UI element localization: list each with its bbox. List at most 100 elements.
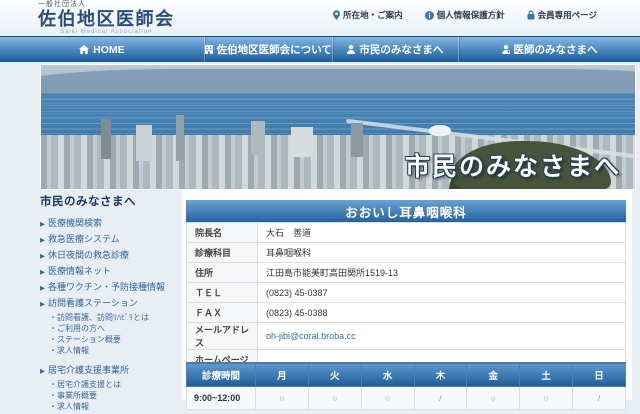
utility-link-label: 会員専用ページ xyxy=(538,9,597,21)
corporate-type: 一般社団法人 xyxy=(38,1,175,9)
lock-icon xyxy=(527,10,535,20)
sidebar-item-label: 居宅介護支援事業所 xyxy=(48,363,129,378)
hours-header-cell: 金 xyxy=(467,363,520,387)
sidebar-heading: 市民のみなさまへ xyxy=(40,193,182,209)
sidebar-item-label: 医療機関検索 xyxy=(48,216,102,231)
hours-header-row: 診療時間 月 火 水 木 金 土 日 xyxy=(187,363,626,387)
nav-item-label: 医師のみなさまへ xyxy=(514,42,598,57)
hero-image: 市民のみなさまへ xyxy=(40,64,636,190)
arrow-right-icon: ▶ xyxy=(40,281,45,296)
sidebar-subitem[interactable]: ・事業所概要 xyxy=(49,390,182,401)
table-row: 住所 江田島市能美町高田関所1519-13 xyxy=(187,263,626,283)
director-name: 大石 善道 xyxy=(258,223,626,243)
field-label: 住所 xyxy=(187,263,258,283)
field-label: ＴＥＬ xyxy=(187,283,258,303)
clinic-detail: おおいし耳鼻咽喉科 院長名 大石 善道 診療科目 耳鼻咽喉科 住所 江田島市能美… xyxy=(186,200,626,370)
hours-mark: / xyxy=(573,387,626,410)
arrow-right-icon: ▶ xyxy=(40,217,45,232)
top-header: 一般社団法人 佐伯地区医師会 Saiki Medical Association… xyxy=(0,0,640,36)
field-label: ＦＡＸ xyxy=(187,303,258,323)
sidebar-item-label: 休日夜間の救急診療 xyxy=(48,248,129,263)
sidebar-item-medical-info-net[interactable]: ▶ 医療情報ネット xyxy=(40,264,182,280)
sidebar-subitem[interactable]: ・居宅介護支援とは xyxy=(49,379,182,390)
hero-building xyxy=(176,115,184,161)
address: 江田島市能美町高田関所1519-13 xyxy=(258,263,626,283)
field-label: 診療科目 xyxy=(187,243,258,263)
fax-number: (0823) 45-0388 xyxy=(258,303,626,323)
hero-sea-streaks xyxy=(41,99,635,133)
person-icon xyxy=(347,45,355,54)
nav-item-label: 市民のみなさまへ xyxy=(359,42,443,57)
hours-time-range: 9:00~12:00 xyxy=(187,387,256,410)
hours-mark: ○ xyxy=(520,387,573,410)
sidebar-subitem[interactable]: ・ステーション概要 xyxy=(49,334,182,345)
sidebar-item-visiting-nurse[interactable]: ▶ 訪問看護ステーション xyxy=(40,296,182,312)
utility-nav: 所在地・ご案内 個人情報保護方針 会員専用ページ xyxy=(333,9,597,21)
department: 耳鼻咽喉科 xyxy=(258,243,626,263)
utility-link-privacy[interactable]: 個人情報保護方針 xyxy=(425,9,505,21)
sidebar-item-vaccines[interactable]: ▶ 各種ワクチン・予防接種情報 xyxy=(40,280,182,296)
sidebar: 市民のみなさまへ ▶ 医療機関検索 ▶ 救急医療システム ▶ 休日夜間の救急診療… xyxy=(40,193,182,414)
field-label: メールアドレス xyxy=(187,323,258,350)
site-subtitle: Saiki Medical Association xyxy=(38,29,175,36)
nav-item-about[interactable]: 佐伯地区医師会について xyxy=(204,37,332,62)
clinic-name-header: おおいし耳鼻咽喉科 xyxy=(186,200,626,222)
sidebar-item-holiday-care[interactable]: ▶ 休日夜間の救急診療 xyxy=(40,248,182,264)
sidebar-item-label: 各種ワクチン・予防接種情報 xyxy=(48,280,165,295)
nav-item-home[interactable]: HOME xyxy=(0,37,204,62)
hours-header-cell: 木 xyxy=(414,363,467,387)
global-nav: HOME 佐伯地区医師会について 市民のみなさまへ 医師のみなさまへ xyxy=(0,36,640,62)
nav-item-doctors[interactable]: 医師のみなさまへ xyxy=(458,37,640,62)
sidebar-item-home-care-support[interactable]: ▶ 居宅介護支援事業所 xyxy=(40,363,182,379)
hours-header-cell: 日 xyxy=(573,363,626,387)
nav-item-label: HOME xyxy=(93,44,125,56)
hero-building xyxy=(101,119,111,159)
clinic-detail-table: 院長名 大石 善道 診療科目 耳鼻咽喉科 住所 江田島市能美町高田関所1519-… xyxy=(186,222,626,370)
sidebar-item-label: 訪問看護ステーション xyxy=(48,296,138,311)
site-title: 佐伯地区医師会 xyxy=(38,9,175,29)
table-row: ＦＡＸ (0823) 45-0388 xyxy=(187,303,626,323)
utility-link-label: 所在地・ご案内 xyxy=(343,9,403,21)
hero-title: 市民のみなさまへ xyxy=(405,147,621,183)
utility-link-members[interactable]: 会員専用ページ xyxy=(527,9,597,21)
arrow-right-icon: ▶ xyxy=(40,297,45,312)
hours-header-cell: 火 xyxy=(308,363,361,387)
table-row: ＴＥＬ (0823) 45-0387 xyxy=(187,283,626,303)
map-pin-icon xyxy=(333,10,340,20)
nav-item-label: 佐伯地区医師会について xyxy=(217,42,332,57)
hours-header-cell: 水 xyxy=(361,363,414,387)
sidebar-subitem[interactable]: ・ご利用の方へ xyxy=(49,323,182,334)
sidebar-item-label: 救急医療システム xyxy=(48,232,120,247)
tel-number: (0823) 45-0387 xyxy=(258,283,626,303)
home-icon xyxy=(79,45,89,54)
sidebar-subnav-home-care: ・居宅介護支援とは ・事業所概要 ・求人情報 xyxy=(49,379,182,412)
hours-header-cell: 診療時間 xyxy=(187,363,256,387)
hours-mark: ○ xyxy=(361,387,414,410)
hours-header-cell: 月 xyxy=(256,363,309,387)
table-row: 診療科目 耳鼻咽喉科 xyxy=(187,243,626,263)
clinic-hours-table: 診療時間 月 火 水 木 金 土 日 9:00~12:00 ○ ○ ○ / ○ … xyxy=(186,362,626,410)
doctor-icon xyxy=(502,45,510,54)
hero-dome xyxy=(429,125,451,136)
building-icon xyxy=(205,45,213,54)
email-link[interactable]: oh-jibi@coral.broba.cc xyxy=(266,331,356,341)
info-icon xyxy=(425,11,434,20)
sidebar-subitem[interactable]: ・訪問看護、訪問ﾘﾊﾋﾞﾘとは xyxy=(49,312,182,323)
sidebar-item-medical-search[interactable]: ▶ 医療機関検索 xyxy=(40,216,182,232)
arrow-right-icon: ▶ xyxy=(40,364,45,379)
sidebar-subitem[interactable]: ・求人情報 xyxy=(49,401,182,412)
sidebar-subnav-visiting-nurse: ・訪問看護、訪問ﾘﾊﾋﾞﾘとは ・ご利用の方へ ・ステーション概要 ・求人情報 xyxy=(49,312,182,356)
table-row: メールアドレス oh-jibi@coral.broba.cc xyxy=(187,323,626,350)
arrow-right-icon: ▶ xyxy=(40,233,45,248)
field-label: 院長名 xyxy=(187,223,258,243)
site-logo[interactable]: 一般社団法人 佐伯地区医師会 Saiki Medical Association xyxy=(38,1,175,36)
sidebar-item-emergency-system[interactable]: ▶ 救急医療システム xyxy=(40,232,182,248)
sidebar-item-label: 医療情報ネット xyxy=(48,264,111,279)
utility-link-location[interactable]: 所在地・ご案内 xyxy=(333,9,403,21)
nav-item-citizens[interactable]: 市民のみなさまへ xyxy=(332,37,458,62)
hours-data-row: 9:00~12:00 ○ ○ ○ / ○ ○ / xyxy=(187,387,626,410)
sidebar-subitem[interactable]: ・求人情報 xyxy=(49,345,182,356)
utility-link-label: 個人情報保護方針 xyxy=(437,9,505,21)
hours-mark: / xyxy=(414,387,467,410)
arrow-right-icon: ▶ xyxy=(40,265,45,280)
